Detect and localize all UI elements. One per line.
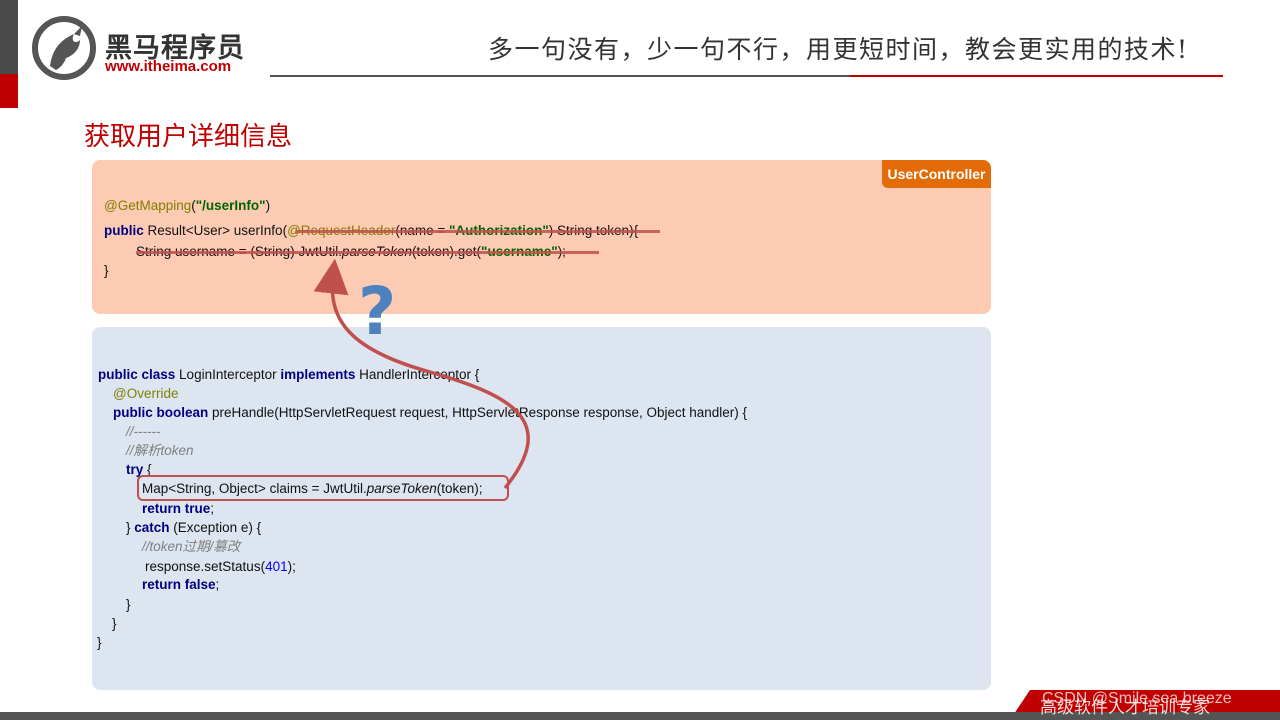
annotation-overlay: ?	[313, 258, 530, 490]
question-mark-icon: ?	[358, 273, 396, 350]
csdn-watermark: CSDN @Smile sea breeze	[1042, 690, 1232, 707]
